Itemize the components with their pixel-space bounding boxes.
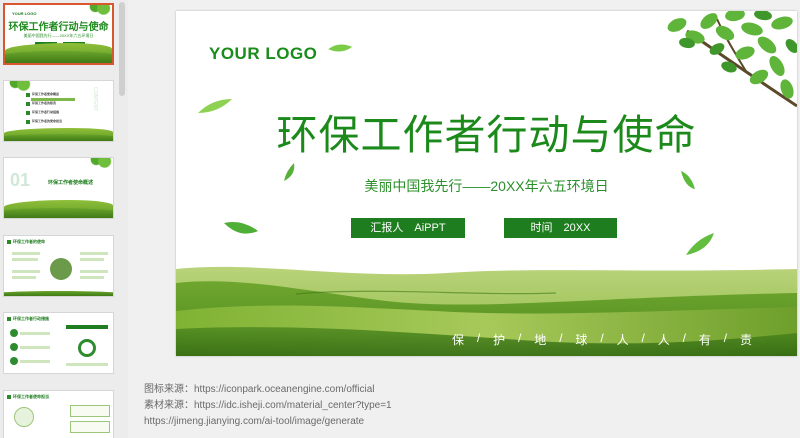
company-logo: YOUR LOGO xyxy=(209,44,318,63)
slide-thumbnail-2[interactable]: 环保工作者使命概述 环保工作者的职责 环保工作者行动措施 环保工作者的使命担当 … xyxy=(3,80,114,142)
thumb-section-heading: 环保工作者使命概述 xyxy=(48,180,94,186)
slogan-separator: / xyxy=(518,331,522,345)
thumb-logo: YOUR LOGO xyxy=(12,11,37,16)
thumb-subtitle: 美丽中国我先行——20XX年六五环境日 xyxy=(23,33,94,38)
thumb-content-label: CONTENT xyxy=(92,87,98,112)
thumb-bullet-icon xyxy=(10,357,18,365)
thumb-text-line xyxy=(20,346,50,349)
thumb-heading-marker xyxy=(7,317,11,321)
thumb-text-line xyxy=(12,258,38,261)
slide-thumbnail-5[interactable]: 环保工作者行动措施 xyxy=(3,312,114,374)
slogan-separator: / xyxy=(600,331,604,345)
thumb-heading: 环保工作者使命担当 xyxy=(13,394,49,399)
thumbnail-scrollbar-thumb[interactable] xyxy=(119,2,125,96)
thumb-text-line xyxy=(80,258,104,261)
thumb-text-line xyxy=(80,252,108,255)
thumb-text-line xyxy=(80,270,108,273)
thumb-toc-item-3: 环保工作者行动措施 xyxy=(32,110,60,114)
thumb-grass-front xyxy=(4,291,113,296)
slogan-char: 责 xyxy=(739,333,752,347)
thumb-photo-circle xyxy=(50,258,72,280)
thumb-text-line xyxy=(20,360,50,363)
speaker-notes[interactable]: 图标来源：https://iconpark.oceanengine.com/of… xyxy=(144,382,392,430)
slogan-char: 保 xyxy=(452,333,465,347)
thumb-heading: 环保工作者的使命 xyxy=(13,239,45,244)
image-source-note: https://jimeng.jianying.com/ai-tool/imag… xyxy=(144,416,365,427)
slide-thumbnail-3[interactable]: 01 环保工作者使命概述 xyxy=(3,157,114,219)
thumb-item-marker xyxy=(26,102,30,106)
slogan-separator: / xyxy=(559,331,563,345)
thumb-heading-marker xyxy=(7,395,11,399)
thumb-text-line xyxy=(66,363,108,366)
thumb-icon-circle xyxy=(14,407,34,427)
slide-canvas[interactable]: YOUR LOGO 环保工作者行动与使命 美丽中国我先行——20XX年六五环境日… xyxy=(176,11,797,356)
leaf-decoration-icon xyxy=(85,158,113,174)
thumb-item-marker xyxy=(26,93,30,97)
thumb-text-box xyxy=(70,421,110,433)
slide-title: 环保工作者行动与使命 xyxy=(276,111,697,159)
slide-thumbnail-1[interactable]: YOUR LOGO 环保工作者行动与使命 美丽中国我先行——20XX年六五环境日 xyxy=(3,3,114,65)
thumb-toc-item-2: 环保工作者的职责 xyxy=(32,101,57,105)
thumb-text-line xyxy=(80,276,104,279)
slogan-char: 人 xyxy=(616,333,629,347)
icon-source-note: 图标来源：https://iconpark.oceanengine.com/of… xyxy=(144,384,375,395)
slogan-separator: / xyxy=(682,331,686,345)
thumb-grass-front xyxy=(4,208,113,218)
slide-thumbnail-6[interactable]: 环保工作者使命担当 xyxy=(3,390,114,438)
slogan: 保 / 护 / 地 / 球 / 人 / 人 / 有 / 责 xyxy=(452,331,752,348)
thumb-heading: 环保工作者行动措施 xyxy=(13,316,49,321)
thumbnail-scrollbar[interactable] xyxy=(119,0,125,438)
slogan-char: 有 xyxy=(698,333,711,347)
thumb-bar xyxy=(66,325,108,329)
thumb-center-icon xyxy=(78,339,96,357)
slogan-separator: / xyxy=(476,331,481,345)
thumb-heading-marker xyxy=(7,240,11,244)
slogan-char: 球 xyxy=(575,333,588,347)
thumb-bullet-icon xyxy=(10,343,18,351)
slogan-char: 护 xyxy=(493,333,506,347)
slide-subtitle: 美丽中国我先行——20XX年六五环境日 xyxy=(364,178,609,194)
thumb-title: 环保工作者行动与使命 xyxy=(8,22,109,33)
slide-thumbnail-4[interactable]: 环保工作者的使命 xyxy=(3,235,114,297)
time-label: 时间 20XX xyxy=(504,218,617,238)
thumb-text-line xyxy=(12,252,40,255)
reporter-label: 汇报人 AiPPT xyxy=(351,218,465,238)
thumb-section-number: 01 xyxy=(10,170,31,190)
thumb-grass-front xyxy=(4,133,113,141)
thumb-text-line xyxy=(12,276,36,279)
thumb-bullet-icon xyxy=(10,329,18,337)
thumb-item-marker xyxy=(26,120,30,124)
slogan-separator: / xyxy=(641,331,645,345)
thumb-text-line xyxy=(20,332,50,335)
thumb-text-line xyxy=(12,270,40,273)
thumb-toc-item-4: 环保工作者的使命担当 xyxy=(32,119,63,123)
slogan-char: 人 xyxy=(657,333,670,347)
slogan-char: 地 xyxy=(534,333,547,347)
thumb-grass-front xyxy=(5,51,112,63)
material-source-note: 素材来源：https://idc.isheji.com/material_cen… xyxy=(144,400,392,411)
slide-thumbnail-pane[interactable]: YOUR LOGO 环保工作者行动与使命 美丽中国我先行——20XX年六五环境日… xyxy=(0,0,128,438)
thumb-item-marker xyxy=(26,111,30,115)
thumb-toc-item-1: 环保工作者使命概述 xyxy=(32,92,60,96)
slogan-separator: / xyxy=(723,331,728,345)
thumb-text-box xyxy=(70,405,110,417)
